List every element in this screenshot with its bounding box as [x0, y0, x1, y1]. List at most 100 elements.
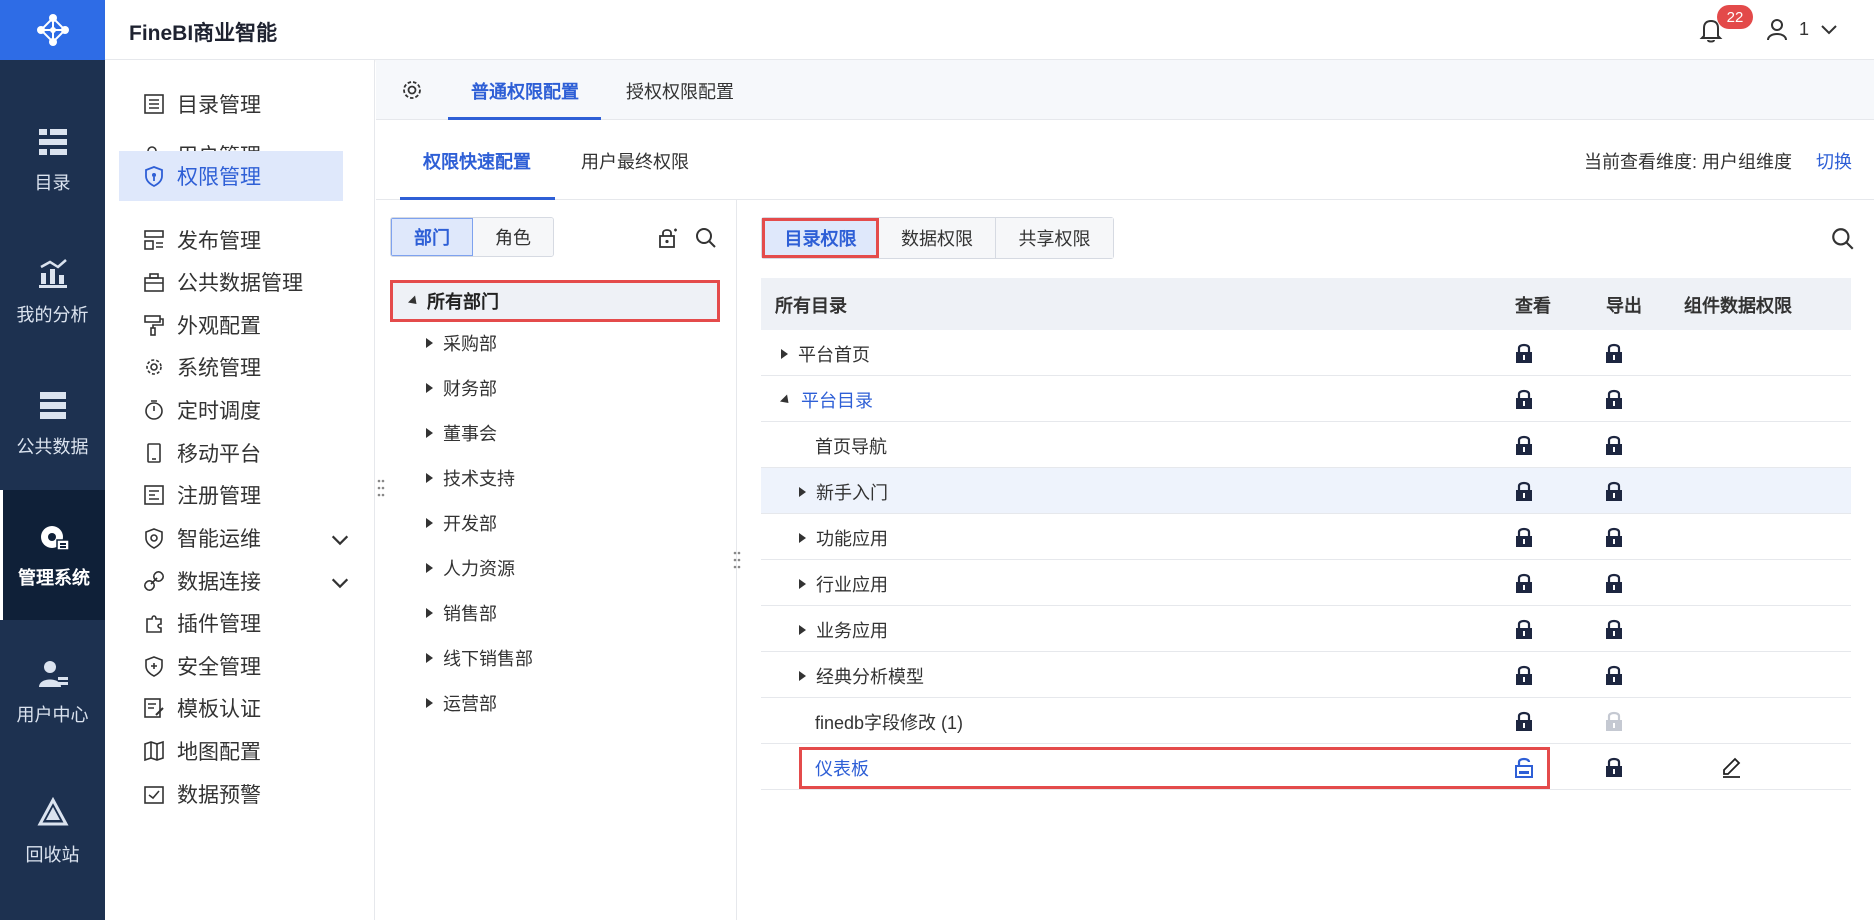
- lock-icon[interactable]: [1513, 525, 1535, 549]
- tree-node[interactable]: 开发部: [426, 503, 497, 543]
- lock-icon[interactable]: [1513, 433, 1535, 457]
- submenu-label: 公共数据管理: [177, 272, 303, 295]
- submenu-catalog-manage[interactable]: 目录管理: [119, 79, 343, 129]
- submenu-permission-manage[interactable]: 权限管理: [119, 151, 343, 201]
- user-icon: [1767, 19, 1787, 41]
- tree-node[interactable]: 财务部: [426, 368, 497, 408]
- expand-caret-icon[interactable]: [779, 393, 793, 407]
- submenu-label: 移动平台: [177, 443, 261, 466]
- lock-icon[interactable]: [1513, 571, 1535, 595]
- lock-icon[interactable]: [1513, 341, 1535, 365]
- table-row[interactable]: 仪表板: [761, 744, 1851, 790]
- search-icon[interactable]: [1830, 226, 1856, 252]
- lock-icon[interactable]: [1603, 433, 1625, 457]
- tab-final-permission[interactable]: 用户最终权限: [581, 148, 689, 174]
- collapse-caret-icon[interactable]: [799, 671, 806, 681]
- table-row[interactable]: 首页导航: [761, 422, 1851, 468]
- collapse-caret-icon[interactable]: [426, 518, 433, 528]
- catalog-icon: [38, 129, 67, 155]
- collapse-caret-icon[interactable]: [426, 383, 433, 393]
- edit-icon[interactable]: [1720, 755, 1742, 779]
- data-permission-button[interactable]: 数据权限: [879, 218, 996, 258]
- submenu-label: 定时调度: [177, 400, 261, 423]
- gear-icon[interactable]: [400, 78, 424, 102]
- tree-node[interactable]: 采购部: [426, 323, 497, 363]
- tree-node-label: 开发部: [443, 514, 497, 534]
- nav-user-center[interactable]: 用户中心: [0, 627, 105, 757]
- lock-icon[interactable]: [1513, 709, 1535, 733]
- tree-root-all-departments[interactable]: 所有部门: [390, 280, 720, 322]
- catalog-permission-button[interactable]: 目录权限: [762, 218, 879, 258]
- lock-icon[interactable]: [1513, 387, 1535, 411]
- tab-grant-permission[interactable]: 授权权限配置: [626, 78, 734, 104]
- tree-node[interactable]: 销售部: [426, 593, 497, 633]
- lock-icon[interactable]: [1603, 479, 1625, 503]
- lock-icon[interactable]: [1603, 663, 1625, 687]
- tab-quick-config[interactable]: 权限快速配置: [423, 148, 531, 174]
- lock-icon[interactable]: [1603, 525, 1625, 549]
- tab-normal-permission[interactable]: 普通权限配置: [471, 78, 579, 104]
- tree-node[interactable]: 技术支持: [426, 458, 515, 498]
- collapse-caret-icon[interactable]: [426, 698, 433, 708]
- table-row[interactable]: 业务应用: [761, 606, 1851, 652]
- nav-recycle-bin[interactable]: 回收站: [0, 767, 105, 897]
- logo[interactable]: [0, 0, 105, 60]
- recycle-bin-icon: [36, 797, 69, 826]
- nav-catalog[interactable]: 目录: [0, 95, 105, 225]
- row-name: 行业应用: [816, 575, 888, 595]
- collapse-caret-icon[interactable]: [426, 563, 433, 573]
- collapse-caret-icon[interactable]: [426, 473, 433, 483]
- tree-node[interactable]: 线下销售部: [426, 638, 533, 678]
- search-icon[interactable]: [694, 226, 718, 250]
- chevron-down-icon[interactable]: [329, 529, 351, 551]
- chevron-down-icon[interactable]: [329, 572, 351, 594]
- switch-dimension-link[interactable]: 切换: [1816, 148, 1852, 174]
- collapse-caret-icon[interactable]: [781, 349, 788, 359]
- unlock-icon[interactable]: [1513, 755, 1535, 779]
- expand-caret-icon[interactable]: [407, 294, 421, 308]
- lock-icon[interactable]: [1603, 387, 1625, 411]
- table-row[interactable]: 功能应用: [761, 514, 1851, 560]
- lock-icon[interactable]: [1603, 341, 1625, 365]
- nav-public-data[interactable]: 公共数据: [0, 359, 105, 489]
- collapse-caret-icon[interactable]: [426, 338, 433, 348]
- collapse-caret-icon[interactable]: [426, 428, 433, 438]
- lock-icon[interactable]: [1603, 571, 1625, 595]
- nav-admin-system[interactable]: 管理系统: [0, 490, 105, 620]
- dept-toggle-button[interactable]: 部门: [391, 218, 473, 256]
- mobile-icon: [147, 443, 161, 463]
- row-name: 经典分析模型: [816, 667, 924, 687]
- user-menu[interactable]: 1: [1765, 17, 1839, 41]
- collapse-caret-icon[interactable]: [426, 608, 433, 618]
- resize-handle-icon[interactable]: [376, 478, 386, 498]
- submenu-data-alert[interactable]: 数据预警: [119, 769, 343, 819]
- table-row[interactable]: 行业应用: [761, 560, 1851, 606]
- table-row[interactable]: 新手入门: [761, 468, 1851, 514]
- table-row[interactable]: 平台目录: [761, 376, 1851, 422]
- top-header: FineBI商业智能 22 1: [105, 0, 1874, 60]
- table-row[interactable]: finedb字段修改 (1): [761, 698, 1851, 744]
- collapse-caret-icon[interactable]: [426, 653, 433, 663]
- lock-icon[interactable]: [1513, 479, 1535, 503]
- collapse-caret-icon[interactable]: [799, 533, 806, 543]
- collapse-caret-icon[interactable]: [799, 579, 806, 589]
- share-permission-button[interactable]: 共享权限: [996, 218, 1113, 258]
- user-name: 1: [1799, 18, 1810, 39]
- lock-icon[interactable]: [1603, 617, 1625, 641]
- collapse-caret-icon[interactable]: [799, 487, 806, 497]
- lock-icon[interactable]: [1513, 617, 1535, 641]
- lock-icon[interactable]: [1603, 755, 1625, 779]
- role-toggle-button[interactable]: 角色: [473, 218, 553, 256]
- tree-node[interactable]: 董事会: [426, 413, 497, 453]
- table-row[interactable]: 平台首页: [761, 330, 1851, 376]
- tree-node[interactable]: 人力资源: [426, 548, 515, 588]
- collapse-caret-icon[interactable]: [799, 625, 806, 635]
- shield-icon: [145, 166, 163, 187]
- template-cert-icon: [144, 698, 164, 718]
- nav-my-analysis[interactable]: 我的分析: [0, 227, 105, 357]
- lock-filter-icon[interactable]: [656, 226, 680, 250]
- table-row[interactable]: 经典分析模型: [761, 652, 1851, 698]
- tree-node[interactable]: 运营部: [426, 683, 497, 723]
- submenu-label: 模板认证: [177, 698, 261, 721]
- lock-icon[interactable]: [1513, 663, 1535, 687]
